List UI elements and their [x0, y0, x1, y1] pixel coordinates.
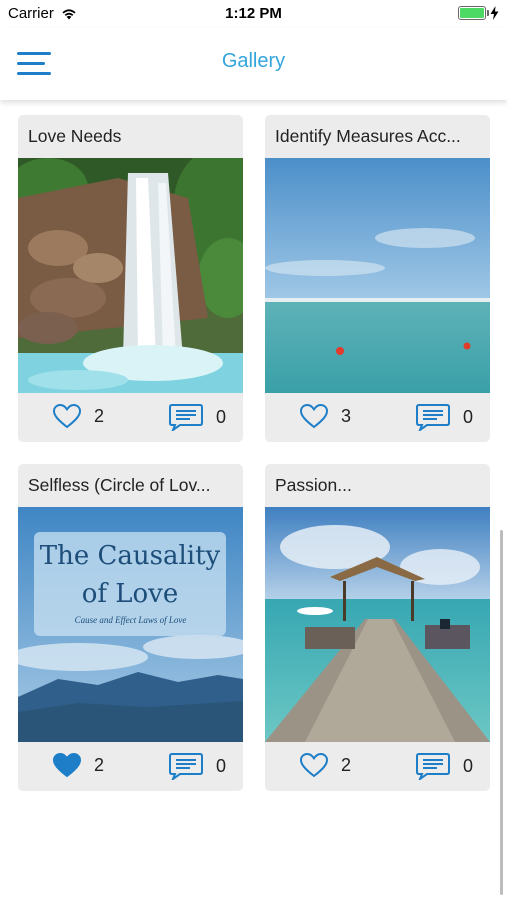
comment-icon: [169, 753, 203, 780]
comment-count: 0: [463, 755, 474, 776]
status-time: 1:12 PM: [225, 5, 282, 22]
heart-outline-icon: [52, 403, 82, 429]
nav-bar: Gallery: [0, 28, 507, 100]
battery-icon: [458, 6, 489, 20]
comment-button[interactable]: 0: [415, 403, 473, 431]
heart-filled-icon: [52, 752, 82, 778]
pier-photo[interactable]: [265, 507, 490, 742]
like-count: 3: [341, 405, 352, 426]
status-right: [458, 6, 499, 20]
like-count: 2: [94, 754, 105, 775]
like-button[interactable]: 2: [52, 752, 104, 778]
comment-count: 0: [216, 755, 227, 776]
card-title: Passion...: [275, 475, 352, 495]
page-title: Gallery: [221, 50, 286, 72]
ocean-photo[interactable]: [265, 158, 490, 393]
book-subtitle-text: Cause and Effect Laws of Love: [74, 615, 187, 625]
comment-button[interactable]: 0: [168, 403, 226, 431]
gallery-card[interactable]: Love Needs 2 0: [18, 115, 243, 442]
bolt-icon: [490, 6, 499, 20]
comment-button[interactable]: 0: [168, 752, 226, 780]
book-cover-photo[interactable]: The Causality of Love Cause and Effect La…: [18, 507, 243, 742]
card-title: Love Needs: [28, 126, 122, 146]
like-count: 2: [94, 405, 105, 426]
card-title: Identify Measures Acc...: [275, 126, 461, 146]
waterfall-photo[interactable]: [18, 158, 243, 393]
like-button[interactable]: 2: [299, 752, 351, 778]
card-footer: 2 0: [18, 393, 243, 442]
scroll-indicator[interactable]: [500, 530, 503, 895]
comment-count: 0: [216, 406, 227, 427]
like-button[interactable]: 3: [299, 403, 351, 429]
gallery-card[interactable]: Identify Measures Acc... 3 0: [265, 115, 490, 442]
card-title: Selfless (Circle of Lov...: [28, 475, 211, 495]
book-title-text: The Causality of Love: [39, 541, 221, 609]
card-footer: 2 0: [265, 742, 490, 791]
status-bar: Carrier 1:12 PM: [0, 0, 507, 28]
card-footer: 3 0: [265, 393, 490, 442]
gallery-card[interactable]: Passion... 2 0: [265, 464, 490, 791]
heart-outline-icon: [299, 752, 329, 778]
card-footer: 2 0: [18, 742, 243, 791]
heart-outline-icon: [299, 403, 329, 429]
comment-button[interactable]: 0: [415, 752, 473, 780]
comment-count: 0: [463, 406, 474, 427]
comment-icon: [416, 753, 450, 780]
comment-icon: [169, 404, 203, 431]
like-button[interactable]: 2: [52, 403, 104, 429]
like-count: 2: [341, 754, 352, 775]
comment-icon: [416, 404, 450, 431]
gallery-card[interactable]: Selfless (Circle of Lov... The Causality…: [18, 464, 243, 791]
